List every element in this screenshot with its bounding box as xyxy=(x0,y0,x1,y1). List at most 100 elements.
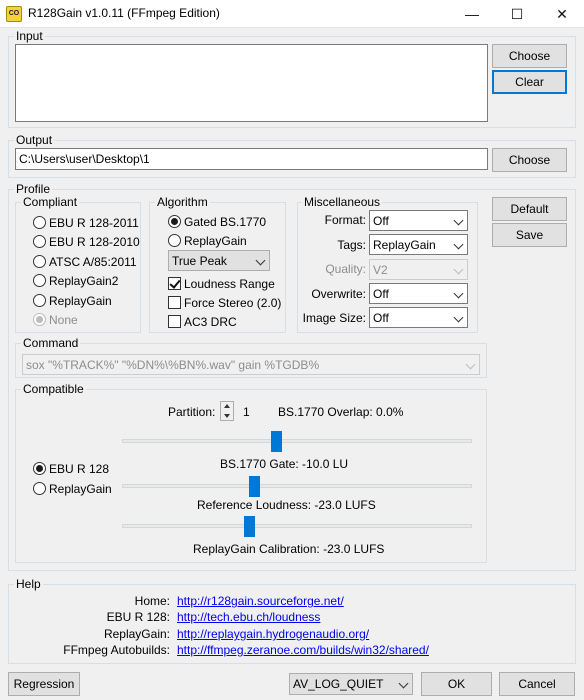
reference-label: Reference Loudness: -23.0 LUFS xyxy=(197,498,376,512)
compliant-replaygain2-label[interactable]: ReplayGain2 xyxy=(49,274,118,288)
overwrite-select[interactable]: Off xyxy=(369,283,468,304)
ac3-drc-checkbox[interactable] xyxy=(168,315,181,328)
help-home-link-text[interactable]: http://r128gain.sourceforge.net/ xyxy=(177,594,344,608)
output-group-title: Output xyxy=(14,133,55,147)
chevron-down-icon xyxy=(255,255,266,266)
compatible-replaygain-label[interactable]: ReplayGain xyxy=(49,482,112,496)
regression-button[interactable]: Regression xyxy=(8,672,80,696)
image-size-value: Off xyxy=(373,311,389,325)
loudness-range-checkbox[interactable] xyxy=(168,277,181,290)
command-group-title: Command xyxy=(21,336,81,350)
algorithm-replaygain-radio[interactable] xyxy=(168,234,181,247)
reference-slider-track[interactable] xyxy=(122,484,472,488)
compatible-replaygain-radio[interactable] xyxy=(33,482,46,495)
compatible-ebu-radio[interactable] xyxy=(33,462,46,475)
peak-mode-select[interactable]: True Peak xyxy=(168,250,270,271)
overwrite-value: Off xyxy=(373,287,389,301)
compliant-replaygain-label[interactable]: ReplayGain xyxy=(49,294,112,308)
force-stereo-checkbox[interactable] xyxy=(168,296,181,309)
command-select: sox "%TRACK%" "%DN%\%BN%.wav" gain %TGDB… xyxy=(22,354,480,375)
gate-slider-track[interactable] xyxy=(122,439,472,443)
chevron-down-icon xyxy=(453,288,464,299)
compatible-ebu-label[interactable]: EBU R 128 xyxy=(49,462,109,476)
gate-label: BS.1770 Gate: -10.0 LU xyxy=(220,457,349,471)
loudness-range-label[interactable]: Loudness Range xyxy=(184,277,275,291)
quality-value: V2 xyxy=(373,263,388,277)
chevron-down-icon xyxy=(453,239,464,250)
calibration-slider-track[interactable] xyxy=(122,524,472,528)
help-ebu-link[interactable]: http://tech.ebu.ch/loudness xyxy=(177,610,320,624)
compliant-ebu-2011-label[interactable]: EBU R 128-2011 xyxy=(49,216,139,230)
algorithm-gated-label[interactable]: Gated BS.1770 xyxy=(184,215,266,229)
window-title: R128Gain v1.0.11 (FFmpeg Edition) xyxy=(28,6,220,20)
help-home-link[interactable]: http://r128gain.sourceforge.net/ xyxy=(177,594,344,608)
help-ebu-label: EBU R 128: xyxy=(106,610,170,624)
quality-select: V2 xyxy=(369,259,468,280)
compliant-atsc-radio[interactable] xyxy=(33,255,46,268)
compliant-ebu-2010-radio[interactable] xyxy=(33,235,46,248)
profile-group-title: Profile xyxy=(14,182,53,196)
algorithm-replaygain-label[interactable]: ReplayGain xyxy=(184,234,247,248)
compliant-ebu-2011-radio[interactable] xyxy=(33,216,46,229)
help-ffmpeg-label: FFmpeg Autobuilds: xyxy=(63,643,170,657)
help-ffmpeg-link[interactable]: http://ffmpeg.zeranoe.com/builds/win32/s… xyxy=(177,643,429,657)
help-ebu-link-text[interactable]: http://tech.ebu.ch/loudness xyxy=(177,610,320,624)
input-choose-button[interactable]: Choose xyxy=(492,44,567,68)
save-button[interactable]: Save xyxy=(492,223,567,247)
gate-slider-thumb[interactable] xyxy=(271,431,282,452)
image-size-select[interactable]: Off xyxy=(369,307,468,328)
compliant-replaygain-radio[interactable] xyxy=(33,294,46,307)
help-replaygain-link-text[interactable]: http://replaygain.hydrogenaudio.org/ xyxy=(177,627,369,641)
force-stereo-label[interactable]: Force Stereo (2.0) xyxy=(184,296,281,310)
minimize-button[interactable]: — xyxy=(450,0,494,28)
tags-value: ReplayGain xyxy=(373,238,436,252)
log-level-value: AV_LOG_QUIET xyxy=(293,677,384,691)
default-button[interactable]: Default xyxy=(492,197,567,221)
help-group-title: Help xyxy=(14,577,43,591)
format-value: Off xyxy=(373,214,389,228)
chevron-down-icon xyxy=(453,264,464,275)
log-level-select[interactable]: AV_LOG_QUIET xyxy=(289,673,413,695)
title-bar[interactable]: CO R128Gain v1.0.11 (FFmpeg Edition) — ☐… xyxy=(0,0,584,28)
tags-select[interactable]: ReplayGain xyxy=(369,234,468,255)
app-icon: CO xyxy=(6,6,22,22)
partition-label: Partition: xyxy=(168,405,216,419)
compliant-replaygain2-radio[interactable] xyxy=(33,274,46,287)
cancel-button[interactable]: Cancel xyxy=(499,672,575,696)
output-path-field[interactable]: C:\Users\user\Desktop\1 xyxy=(15,148,488,170)
help-replaygain-link[interactable]: http://replaygain.hydrogenaudio.org/ xyxy=(177,627,369,641)
help-home-label: Home: xyxy=(134,594,170,608)
partition-spinner[interactable] xyxy=(220,401,234,421)
calibration-slider-thumb[interactable] xyxy=(244,516,255,537)
overlap-label: BS.1770 Overlap: 0.0% xyxy=(278,405,404,419)
compatible-group-title: Compatible xyxy=(21,382,86,396)
format-select[interactable]: Off xyxy=(369,210,468,231)
spin-up-icon[interactable] xyxy=(224,404,230,408)
ok-button[interactable]: OK xyxy=(421,672,492,696)
image-size-label: Image Size: xyxy=(302,311,366,325)
chevron-down-icon xyxy=(453,215,464,226)
algorithm-group-title: Algorithm xyxy=(155,195,210,209)
help-replaygain-label: ReplayGain: xyxy=(103,627,170,641)
compliant-ebu-2010-label[interactable]: EBU R 128-2010 xyxy=(49,235,140,249)
spin-down-icon[interactable] xyxy=(224,414,230,418)
chevron-down-icon xyxy=(453,312,464,323)
reference-slider-thumb[interactable] xyxy=(249,476,260,497)
ac3-drc-label[interactable]: AC3 DRC xyxy=(184,315,237,329)
compliant-atsc-label[interactable]: ATSC A/85:2011 xyxy=(49,255,137,269)
input-group-title: Input xyxy=(14,29,45,43)
close-button[interactable]: ✕ xyxy=(540,0,584,28)
compliant-none-radio xyxy=(33,313,46,326)
partition-value: 1 xyxy=(243,405,250,419)
tags-label: Tags: xyxy=(337,238,366,252)
misc-group-title: Miscellaneous xyxy=(302,195,383,209)
algorithm-gated-radio[interactable] xyxy=(168,215,181,228)
compliant-none-label: None xyxy=(49,313,78,327)
input-clear-button[interactable]: Clear xyxy=(492,70,567,94)
help-ffmpeg-link-text[interactable]: http://ffmpeg.zeranoe.com/builds/win32/s… xyxy=(177,643,429,657)
output-choose-button[interactable]: Choose xyxy=(492,148,567,172)
input-file-list[interactable] xyxy=(15,44,488,122)
maximize-button[interactable]: ☐ xyxy=(495,0,539,28)
command-value: sox "%TRACK%" "%DN%\%BN%.wav" gain %TGDB… xyxy=(26,358,320,372)
chevron-down-icon xyxy=(398,678,409,689)
